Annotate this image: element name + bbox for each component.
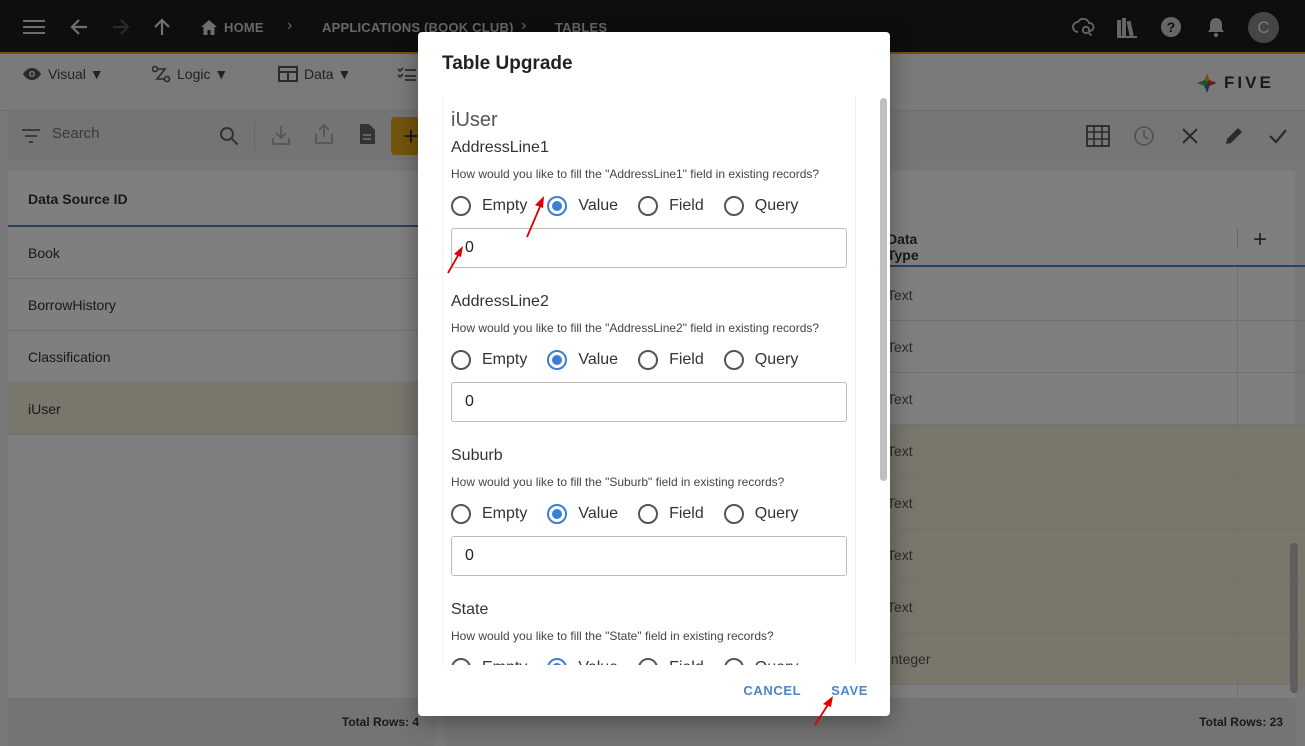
- radio-value[interactable]: Value: [547, 658, 618, 665]
- dialog-title: Table Upgrade: [442, 53, 573, 74]
- entity-name: iUser: [451, 109, 498, 131]
- radio-field[interactable]: Field: [638, 350, 704, 370]
- fill-option-group: Empty Value Field Query: [451, 195, 847, 217]
- value-input-addressline2[interactable]: [451, 382, 847, 422]
- radio-value[interactable]: Value: [547, 350, 618, 370]
- field-question: How would you like to fill the "AddressL…: [451, 167, 820, 181]
- radio-button[interactable]: [723, 350, 744, 370]
- value-input-addressline1[interactable]: [451, 228, 847, 268]
- field-question: How would you like to fill the "State" f…: [451, 629, 774, 643]
- radio-button-selected[interactable]: [547, 196, 568, 216]
- radio-button[interactable]: [451, 504, 471, 524]
- radio-field[interactable]: Field: [638, 658, 704, 665]
- cancel-button[interactable]: CANCEL: [743, 683, 801, 698]
- radio-query[interactable]: Query: [723, 196, 798, 216]
- field-question: How would you like to fill the "AddressL…: [451, 321, 820, 335]
- radio-button[interactable]: [638, 350, 659, 370]
- radio-button-selected[interactable]: [547, 504, 568, 524]
- field-name: Suburb: [451, 447, 503, 464]
- field-name: AddressLine1: [451, 139, 549, 156]
- field-name: AddressLine2: [451, 293, 549, 310]
- radio-button[interactable]: [638, 504, 659, 524]
- radio-button[interactable]: [723, 504, 744, 524]
- radio-empty[interactable]: Empty: [451, 196, 527, 216]
- value-input-suburb[interactable]: [451, 536, 847, 576]
- radio-empty[interactable]: Empty: [451, 350, 527, 370]
- table-upgrade-dialog: Table Upgrade iUser AddressLine1 How wou…: [418, 32, 890, 716]
- radio-empty[interactable]: Empty: [451, 504, 527, 524]
- dialog-scroll-content: iUser AddressLine1 How would you like to…: [442, 97, 856, 665]
- radio-empty[interactable]: Empty: [451, 658, 527, 665]
- radio-button-selected[interactable]: [547, 350, 568, 370]
- radio-query[interactable]: Query: [723, 658, 798, 665]
- radio-button[interactable]: [638, 658, 659, 665]
- radio-button[interactable]: [638, 196, 659, 216]
- annotation-arrow-icon: [526, 196, 544, 238]
- annotation-arrow-icon: [447, 246, 463, 274]
- radio-button-selected[interactable]: [547, 658, 568, 665]
- radio-query[interactable]: Query: [723, 504, 798, 524]
- field-block-suburb: Suburb How would you like to fill the "S…: [451, 447, 847, 576]
- annotation-arrow-icon: [814, 696, 833, 726]
- fill-option-group: Empty Value Field Query: [451, 657, 847, 665]
- field-block-addressline2: AddressLine2 How would you like to fill …: [451, 293, 847, 422]
- radio-value[interactable]: Value: [547, 196, 618, 216]
- field-block-addressline1: AddressLine1 How would you like to fill …: [451, 139, 847, 268]
- field-question: How would you like to fill the "Suburb" …: [451, 475, 785, 489]
- dialog-actions: CANCEL SAVE: [743, 683, 868, 698]
- field-block-state: State How would you like to fill the "St…: [451, 601, 847, 665]
- save-button[interactable]: SAVE: [831, 683, 868, 698]
- radio-field[interactable]: Field: [638, 196, 704, 216]
- radio-field[interactable]: Field: [638, 504, 704, 524]
- radio-value[interactable]: Value: [547, 504, 618, 524]
- radio-query[interactable]: Query: [723, 350, 798, 370]
- radio-button[interactable]: [723, 196, 744, 216]
- field-name: State: [451, 601, 489, 618]
- radio-button[interactable]: [451, 350, 471, 370]
- radio-button[interactable]: [451, 658, 471, 665]
- radio-button[interactable]: [451, 196, 471, 216]
- fill-option-group: Empty Value Field Query: [451, 503, 847, 525]
- fill-option-group: Empty Value Field Query: [451, 349, 847, 371]
- dialog-scrollbar[interactable]: [880, 98, 887, 481]
- radio-button[interactable]: [723, 658, 744, 665]
